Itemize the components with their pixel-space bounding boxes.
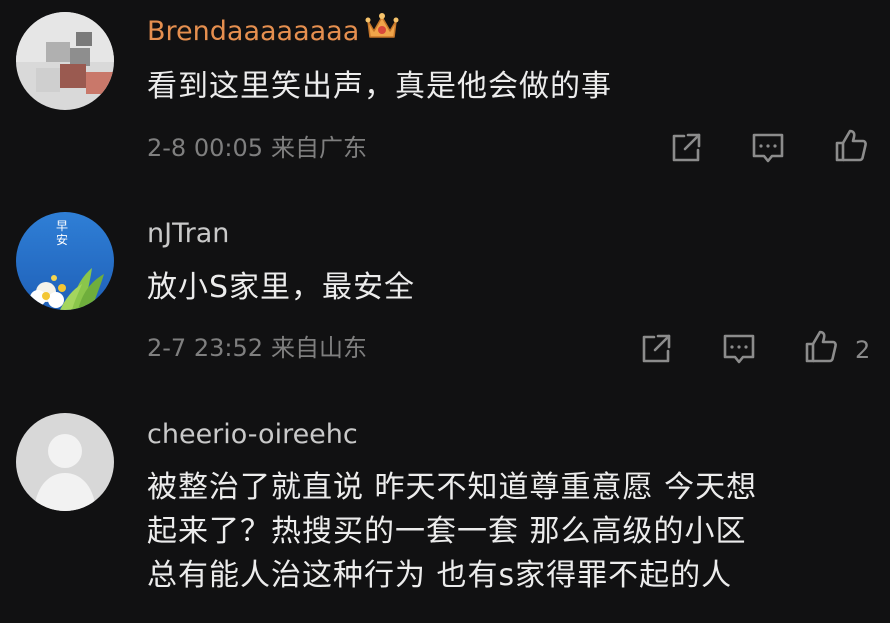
like-count: 2 <box>855 336 871 364</box>
avatar-caption: 早安 <box>56 219 69 247</box>
comment-text: 放小S家里，最安全 <box>147 270 416 305</box>
like-icon[interactable] <box>803 329 839 365</box>
comment-icon[interactable] <box>721 331 757 367</box>
avatar[interactable] <box>16 12 114 110</box>
comment-text-line: 被整治了就直说 昨天不知道尊重意愿 今天想 <box>147 470 758 505</box>
like-icon[interactable] <box>833 128 869 164</box>
comment-text: 被整治了就直说 昨天不知道尊重意愿 今天想 起来了？热搜买的一套一套 那么高级的… <box>147 466 867 598</box>
comment-meta: 2-7 23:52 来自山东 <box>147 333 367 363</box>
share-icon[interactable] <box>638 331 674 367</box>
comment-item: Brendaaaaaaaa 看到这里笑出声，真是他会做的事 2-8 00:05 来… <box>0 0 890 190</box>
comment-item: 早安 nJTran 放小S家里，最安全 2-7 23:52 来自山东 2 <box>0 200 890 395</box>
comment-text: 看到这里笑出声，真是他会做的事 <box>147 69 612 104</box>
comment-location: 来自山东 <box>271 334 367 362</box>
username[interactable]: nJTran <box>147 218 229 250</box>
comment-text-line: 总有能人治这种行为 也有s家得罪不起的人 <box>147 558 733 593</box>
username[interactable]: Brendaaaaaaaa <box>147 12 399 49</box>
avatar[interactable]: 早安 <box>16 212 114 310</box>
comment-icon[interactable] <box>750 130 786 166</box>
comment-item: cheerio-oireehc 被整治了就直说 昨天不知道尊重意愿 今天想 起来… <box>0 405 890 623</box>
crown-icon <box>365 11 399 49</box>
share-icon[interactable] <box>668 130 704 166</box>
comment-time: 2-8 00:05 <box>147 134 263 162</box>
avatar[interactable] <box>16 413 114 511</box>
comment-time: 2-7 23:52 <box>147 334 263 362</box>
username-text[interactable]: Brendaaaaaaaa <box>147 16 359 47</box>
comment-location: 来自广东 <box>271 134 367 162</box>
username[interactable]: cheerio-oireehc <box>147 419 358 451</box>
comment-meta: 2-8 00:05 来自广东 <box>147 133 367 163</box>
comment-text-line: 起来了？热搜买的一套一套 那么高级的小区 <box>147 514 747 549</box>
